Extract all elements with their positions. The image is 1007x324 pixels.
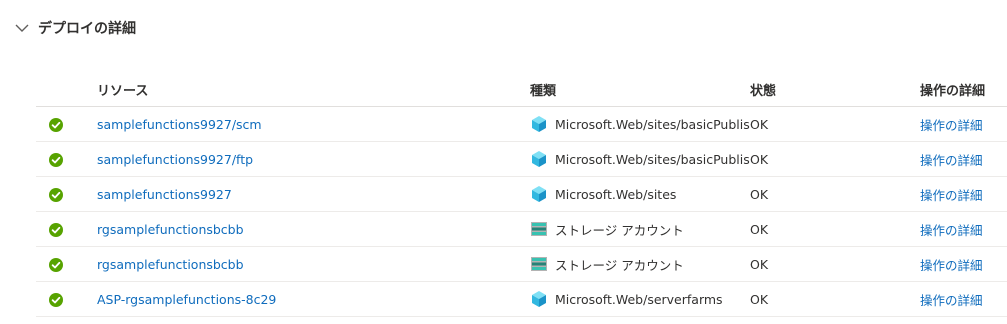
status-cell [36,176,97,212]
operation-cell: 操作の詳細 [920,176,1007,212]
resource-type: ストレージ アカウント [555,222,684,238]
header-status [36,72,97,107]
resource-cell: samplefunctions9927/ftp [97,141,530,177]
type-cell: Microsoft.Web/serverfarms [530,281,750,317]
success-check-icon [49,257,63,272]
table-row: ASP-rgsamplefunctions-8c29 Microsoft.Web/… [36,281,1007,317]
resource-type: Microsoft.Web/sites [555,186,677,202]
resource-type: Microsoft.Web/serverfarms [555,291,723,307]
header-resource: リソース [97,72,530,107]
state-cell: OK [750,141,920,177]
app-service-cube-icon [532,291,546,307]
resource-link[interactable]: samplefunctions9927/scm [97,117,262,132]
state-cell: OK [750,246,920,282]
resource-type: Microsoft.Web/sites/basicPublis [555,116,750,132]
success-check-icon [49,152,63,167]
table-row: samplefunctions9927 Microsoft.Web/sites OK… [36,176,1007,212]
storage-account-icon [531,222,547,236]
deployment-details-toggle[interactable]: デプロイの詳細 [14,18,136,38]
resource-type: Microsoft.Web/sites/basicPublis [555,151,750,167]
header-type: 種類 [530,72,750,107]
status-text: OK [750,116,769,132]
table-row: rgsamplefunctionsbcbb ストレージ アカウント OK 操作の詳細 [36,211,1007,247]
resource-link[interactable]: rgsamplefunctionsbcbb [97,222,244,237]
resource-type: ストレージ アカウント [555,257,684,273]
operation-cell: 操作の詳細 [920,106,1007,142]
resource-cell: rgsamplefunctionsbcbb [97,211,530,247]
operation-cell: 操作の詳細 [920,141,1007,177]
success-check-icon [49,187,63,202]
operation-details-link[interactable]: 操作の詳細 [920,188,983,203]
status-text: OK [750,151,769,167]
resource-cell: samplefunctions9927/scm [97,106,530,142]
state-cell: OK [750,211,920,247]
status-cell [36,281,97,317]
operation-cell: 操作の詳細 [920,281,1007,317]
operation-details-link[interactable]: 操作の詳細 [920,153,983,168]
operation-cell: 操作の詳細 [920,211,1007,247]
type-cell: Microsoft.Web/sites/basicPublis [530,141,750,177]
resource-link[interactable]: samplefunctions9927 [97,187,232,202]
resource-link[interactable]: rgsamplefunctionsbcbb [97,257,244,272]
status-text: OK [750,221,769,237]
operation-details-link[interactable]: 操作の詳細 [920,258,983,273]
table-row: rgsamplefunctionsbcbb ストレージ アカウント OK 操作の詳細 [36,246,1007,282]
header-state: 状態 [750,72,920,107]
app-service-cube-icon [532,186,546,202]
chevron-down-icon [15,24,29,32]
status-cell [36,141,97,177]
status-text: OK [750,291,769,307]
operation-details-link[interactable]: 操作の詳細 [920,118,983,133]
app-service-cube-icon [532,116,546,132]
status-text: OK [750,256,769,272]
app-service-cube-icon [532,151,546,167]
header-operation: 操作の詳細 [920,72,1007,107]
state-cell: OK [750,176,920,212]
status-cell [36,246,97,282]
status-cell [36,106,97,142]
operation-details-link[interactable]: 操作の詳細 [920,223,983,238]
table-header-row: リソース 種類 状態 操作の詳細 [36,72,1007,107]
resource-cell: samplefunctions9927 [97,176,530,212]
resource-link[interactable]: samplefunctions9927/ftp [97,152,253,167]
type-cell: Microsoft.Web/sites [530,176,750,212]
type-cell: ストレージ アカウント [530,246,750,282]
success-check-icon [49,292,63,307]
type-cell: ストレージ アカウント [530,211,750,247]
type-cell: Microsoft.Web/sites/basicPublis [530,106,750,142]
deployment-resources-table: リソース 種類 状態 操作の詳細 samplefunctions9927/scm… [36,72,1007,317]
resource-cell: rgsamplefunctionsbcbb [97,246,530,282]
status-cell [36,211,97,247]
state-cell: OK [750,281,920,317]
status-text: OK [750,186,769,202]
operation-cell: 操作の詳細 [920,246,1007,282]
operation-details-link[interactable]: 操作の詳細 [920,293,983,308]
resource-link[interactable]: ASP-rgsamplefunctions-8c29 [97,292,276,307]
state-cell: OK [750,106,920,142]
resource-cell: ASP-rgsamplefunctions-8c29 [97,281,530,317]
success-check-icon [49,222,63,237]
table-row: samplefunctions9927/ftp Microsoft.Web/sit… [36,141,1007,177]
storage-account-icon [531,257,547,271]
table-row: samplefunctions9927/scm Microsoft.Web/sit… [36,106,1007,142]
section-title: デプロイの詳細 [38,21,136,37]
success-check-icon [49,117,63,132]
